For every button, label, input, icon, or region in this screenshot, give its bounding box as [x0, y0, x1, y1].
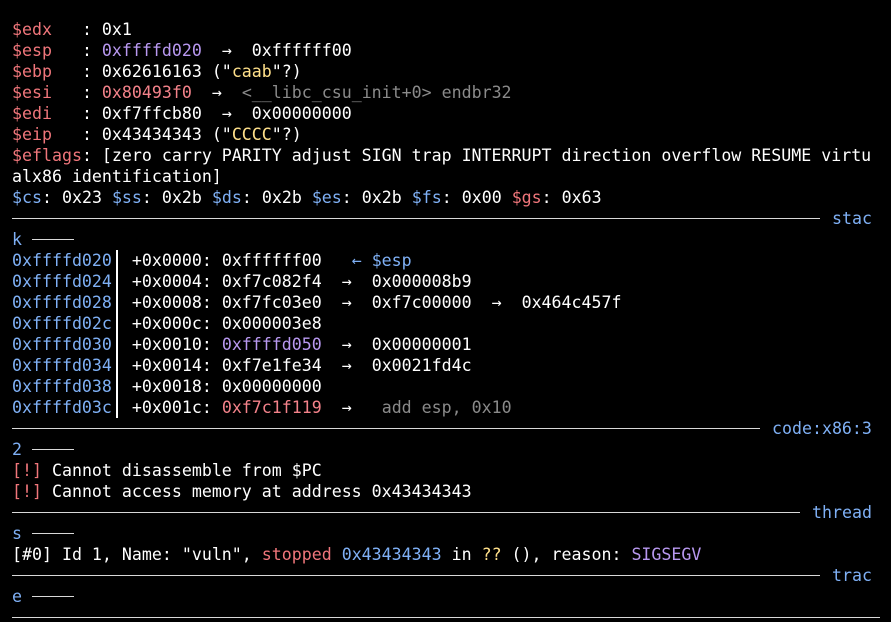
stack-row: 0xffffd02c +0x000c: 0x000003e8: [12, 314, 322, 333]
stack-row: 0xffffd030 +0x0010: 0xffffd050 → 0x00000…: [12, 335, 472, 354]
segment-registers: $cs: 0x23 $ss: 0x2b $ds: 0x2b $es: 0x2b …: [12, 188, 602, 207]
gdb-terminal[interactable]: $edx : 0x1 $esp : 0xffffd020 → 0xffffff0…: [0, 0, 891, 622]
stack-row: 0xffffd038 +0x0018: 0x00000000: [12, 377, 322, 396]
threads-divider: [12, 512, 800, 513]
code-header-title-wrap: 2: [12, 440, 22, 459]
eflags-continued: alx86 identification]: [12, 167, 222, 186]
stack-row: 0xffffd020 +0x0000: 0xffffff00 ← $esp: [12, 251, 412, 270]
code-error-line: [!] Cannot disassemble from $PC: [12, 461, 322, 480]
stack-divider: [12, 218, 820, 219]
trace-header-title-wrap: e: [12, 587, 22, 606]
register-edx: $edx : 0x1: [12, 20, 132, 39]
stack-row: 0xffffd03c +0x001c: 0xf7c1f119 → add esp…: [12, 398, 512, 417]
bottom-divider: [12, 617, 880, 618]
stack-row: 0xffffd024 +0x0004: 0xf7c082f4 → 0x00000…: [12, 272, 472, 291]
code-divider: [12, 428, 760, 429]
register-eflags: $eflags: [zero carry PARITY adjust SIGN …: [12, 146, 872, 165]
stack-row: 0xffffd034 +0x0014: 0xf7e1fe34 → 0x0021f…: [12, 356, 472, 375]
threads-header-title: thread: [812, 503, 872, 522]
stack-row: 0xffffd028 +0x0008: 0xf7fc03e0 → 0xf7c00…: [12, 293, 622, 312]
register-edi: $edi : 0xf7ffcb80 → 0x00000000: [12, 104, 352, 123]
register-esi: $esi : 0x80493f0 → <__libc_csu_init+0> e…: [12, 83, 512, 102]
trace-header-tail: [32, 596, 74, 597]
stack-header-title-wrap: k: [12, 230, 22, 249]
stack-header-tail: [32, 239, 74, 240]
thread-line: [#0] Id 1, Name: "vuln", stopped 0x43434…: [12, 545, 702, 564]
trace-divider: [12, 575, 820, 576]
register-esp: $esp : 0xffffd020 → 0xffffff00: [12, 41, 352, 60]
trace-header-title: trac: [832, 566, 872, 585]
code-header-title: code:x86:3: [772, 419, 872, 438]
stack-header-title: stac: [832, 209, 872, 228]
register-ebp: $ebp : 0x62616163 ("caab"?): [12, 62, 302, 81]
threads-header-tail: [32, 533, 74, 534]
threads-header-title-wrap: s: [12, 524, 22, 543]
code-error-line: [!] Cannot access memory at address 0x43…: [12, 482, 472, 501]
code-header-tail: [32, 449, 74, 450]
register-eip: $eip : 0x43434343 ("CCCC"?): [12, 125, 302, 144]
